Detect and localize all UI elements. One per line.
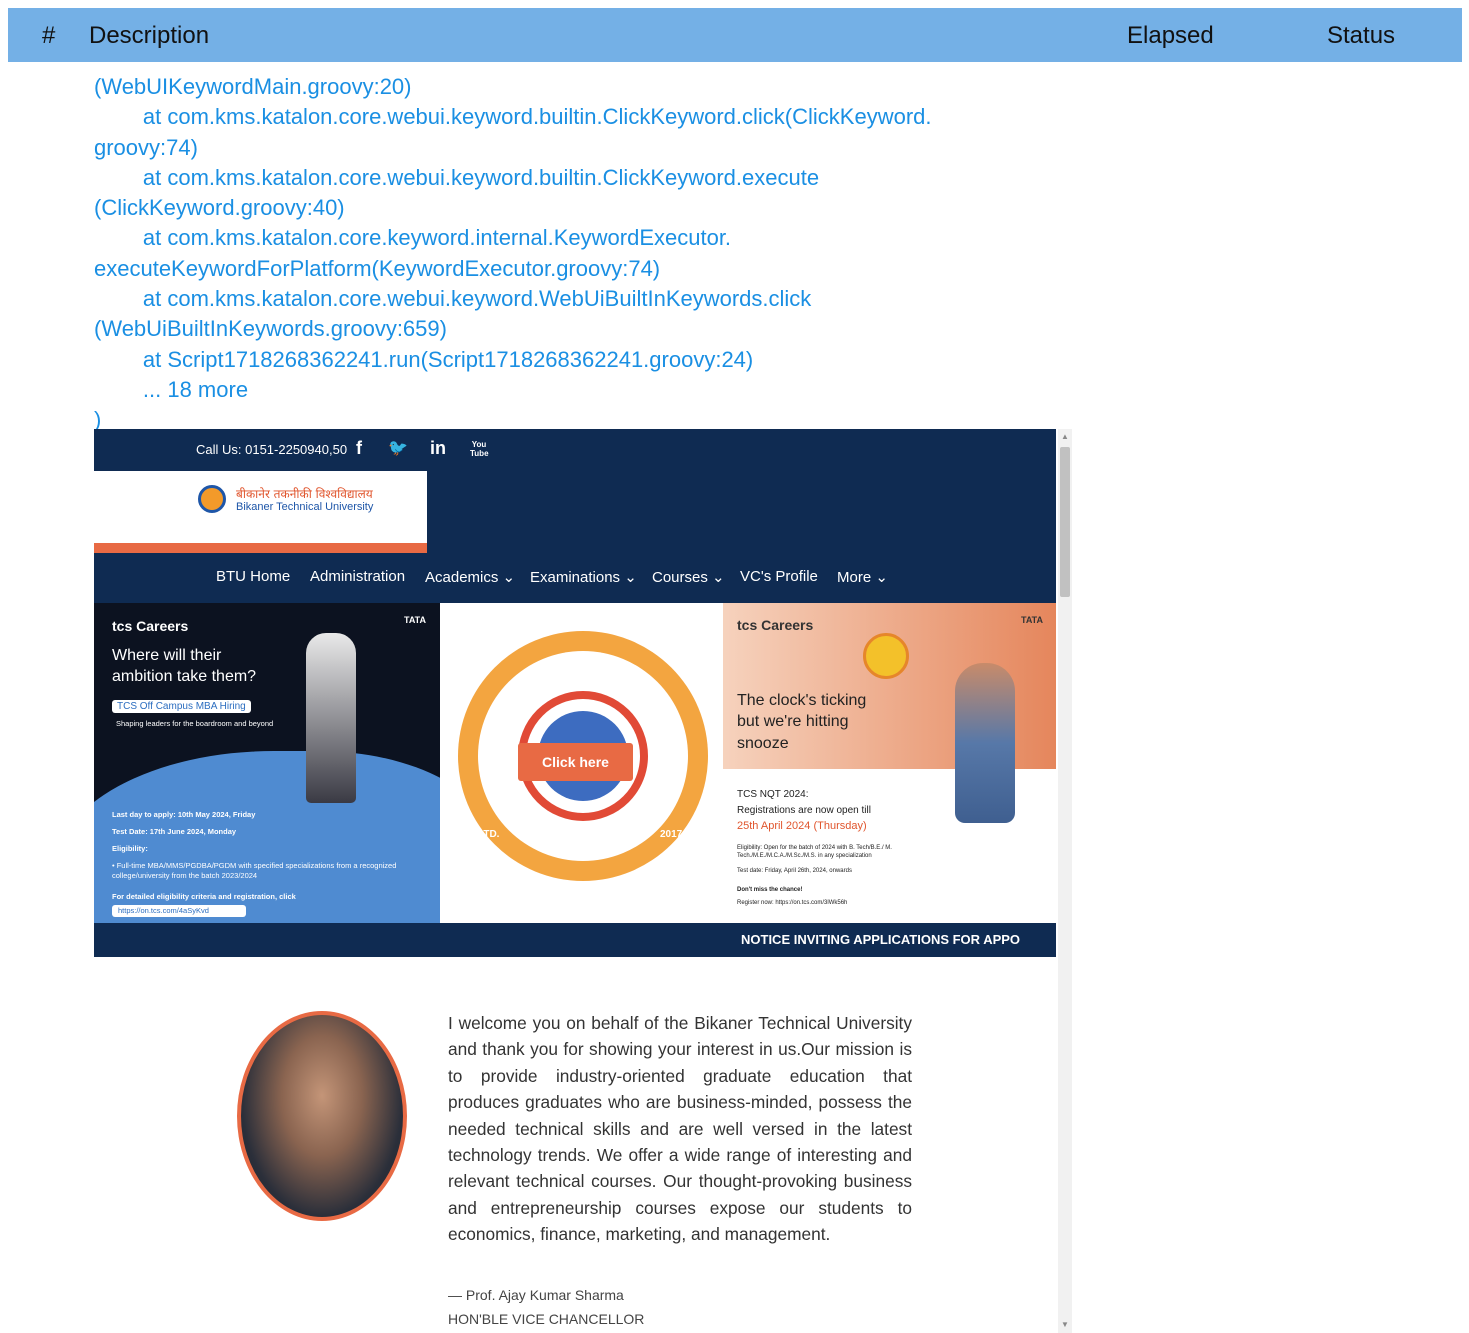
nqt-registration: Registrations are now open till <box>737 805 871 816</box>
youtube-icon[interactable]: You Tube <box>470 440 489 458</box>
banner1-headline-1: Where will their <box>112 647 222 664</box>
nqt-eligibility: Eligibility: Open for the batch of 2024 … <box>737 845 892 859</box>
log-line: (WebUIKeywordMain.groovy:20) <box>94 74 412 99</box>
report-table-header: # Description Elapsed Status <box>8 8 1462 62</box>
banner1-test-date: Test Date: 17th June 2024, Monday <box>112 827 237 836</box>
tata-logo-icon: TATA <box>1021 615 1043 625</box>
site-logo-box[interactable]: बीकानेर तकनीकी विश्वविद्यालय Bikaner Tec… <box>94 471 427 543</box>
nqt-headline-2: but we're hitting <box>737 713 849 730</box>
facebook-icon[interactable]: f <box>356 438 362 459</box>
nav-academics[interactable]: Academics ⌄ <box>425 568 515 586</box>
ticker-text[interactable]: NOTICE INVITING APPLICATIONS FOR APPO <box>741 932 1020 947</box>
person-figure <box>306 633 356 803</box>
banner1-pill: TCS Off Campus MBA Hiring <box>112 700 251 713</box>
col-elapsed-header: Elapsed <box>1127 22 1214 49</box>
log-line: (WebUiBuiltInKeywords.groovy:659) <box>94 316 447 342</box>
scroll-down-arrow-icon[interactable]: ▼ <box>1061 1321 1069 1329</box>
banner1-eligibility-detail: • Full-time MBA/MMS/PGDBA/PGDM with spec… <box>112 861 397 880</box>
col-number-header: # <box>42 22 56 49</box>
banner1-sub: Shaping leaders for the boardroom and be… <box>116 719 274 728</box>
banner1-apply-date: Last day to apply: 10th May 2024, Friday <box>112 810 256 819</box>
col-description-header: Description <box>89 22 210 49</box>
tcs-nqt-banner[interactable]: tcs Careers TATA The clock's ticking but… <box>723 603 1056 923</box>
linkedin-icon[interactable]: in <box>430 438 446 459</box>
log-line: groovy:74) <box>94 134 198 160</box>
alarm-clock-icon <box>863 633 909 679</box>
site-topbar: Call Us: 0151-2250940,50 f 🐦 in You Tube <box>94 429 1056 471</box>
banner1-link[interactable]: https://on.tcs.com/4aSyKvd <box>112 905 246 917</box>
nqt-headline-3: snooze <box>737 735 789 752</box>
jumping-person-figure <box>955 663 1015 823</box>
tata-logo-icon: TATA <box>404 615 426 625</box>
log-line: executeKeywordForPlatform(KeywordExecuto… <box>94 255 661 281</box>
banner1-eligibility: Eligibility: <box>112 844 148 853</box>
hero-banner: tcs Careers TATA Where will their ambiti… <box>94 603 1056 923</box>
stack-trace-log: (WebUIKeywordMain.groovy:20) at com.kms.… <box>94 72 1084 436</box>
nqt-test-date: Test date: Friday, April 26th, 2024, onw… <box>737 868 852 874</box>
log-line: at com.kms.katalon.core.webui.keyword.bu… <box>94 104 932 130</box>
nqt-title: TCS NQT 2024: <box>737 789 809 800</box>
tcs-brand-text: tcs Careers <box>737 617 814 633</box>
nav-btu-home[interactable]: BTU Home <box>216 568 290 585</box>
log-line: at Script1718268362241.run(Script1718268… <box>94 346 754 372</box>
welcome-message: I welcome you on behalf of the Bikaner T… <box>448 1013 912 1245</box>
nav-examinations[interactable]: Examinations ⌄ <box>530 568 637 586</box>
vc-name: — Prof. Ajay Kumar Sharma <box>448 1287 624 1303</box>
nqt-headline-1: The clock's ticking <box>737 692 867 709</box>
nav-vc-profile[interactable]: VC's Profile <box>740 568 818 585</box>
click-here-button[interactable]: Click here <box>518 743 633 781</box>
scroll-up-arrow-icon[interactable]: ▲ <box>1061 433 1069 441</box>
twitter-icon[interactable]: 🐦 <box>388 438 408 458</box>
seal-year: 2017 <box>660 829 683 840</box>
screenshot-scrollbar[interactable]: ▲ ▼ <box>1058 429 1072 1333</box>
notice-ticker[interactable]: NOTICE INVITING APPLICATIONS FOR APPO <box>94 923 1056 957</box>
logo-hindi-text: बीकानेर तकनीकी विश्वविद्यालय <box>236 487 373 501</box>
nav-more[interactable]: More ⌄ <box>837 568 888 586</box>
banner1-headline-2: ambition take them? <box>112 668 257 685</box>
log-line: at com.kms.katalon.core.keyword.internal… <box>94 225 732 251</box>
log-line: (ClickKeyword.groovy:40) <box>94 195 345 221</box>
banner1-registration: For detailed eligibility criteria and re… <box>112 892 296 901</box>
nqt-miss-chance: Don't miss the chance! <box>737 887 803 893</box>
nqt-date: 25th April 2024 (Thursday) <box>737 820 867 832</box>
logo-english-text: Bikaner Technical University <box>236 501 374 513</box>
vc-title: HON'BLE VICE CHANCELLOR <box>448 1311 645 1327</box>
university-logo-icon <box>198 485 226 513</box>
call-us-text: Call Us: 0151-2250940,50 <box>196 442 348 457</box>
log-line: at com.kms.katalon.core.webui.keyword.bu… <box>94 164 820 190</box>
scrollbar-thumb[interactable] <box>1060 447 1070 597</box>
embedded-screenshot: Call Us: 0151-2250940,50 f 🐦 in You Tube… <box>94 429 1056 1333</box>
log-line: ... 18 more <box>94 376 249 402</box>
university-seal-banner[interactable]: ESTD. 2017 Click here <box>440 603 723 923</box>
log-line: at com.kms.katalon.core.webui.keyword.We… <box>94 286 812 312</box>
nqt-register-link[interactable]: Register now: https://on.tcs.com/3lWk56h <box>737 900 847 906</box>
tcs-mba-banner[interactable]: tcs Careers TATA Where will their ambiti… <box>94 603 440 923</box>
nav-administration[interactable]: Administration <box>310 568 405 585</box>
tcs-brand-text: tcs Careers <box>112 618 189 634</box>
vice-chancellor-photo <box>237 1011 407 1221</box>
nav-courses[interactable]: Courses ⌄ <box>652 568 725 586</box>
seal-estd: ESTD. <box>470 829 500 840</box>
col-status-header: Status <box>1327 22 1396 49</box>
logo-accent-bar <box>94 543 427 553</box>
